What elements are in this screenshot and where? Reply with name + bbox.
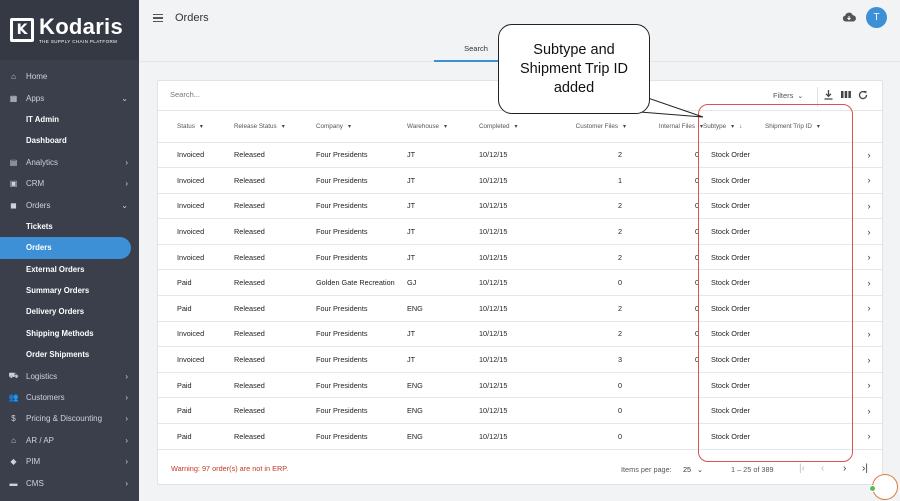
annotation-callout: Subtype and Shipment Trip ID added	[498, 24, 650, 114]
callout-line-2: Shipment Trip ID	[520, 60, 628, 77]
callout-line-3: added	[553, 79, 595, 96]
callout-line-1: Subtype and	[533, 41, 615, 58]
online-status-dot	[869, 485, 876, 492]
callout-pointer	[613, 97, 704, 118]
